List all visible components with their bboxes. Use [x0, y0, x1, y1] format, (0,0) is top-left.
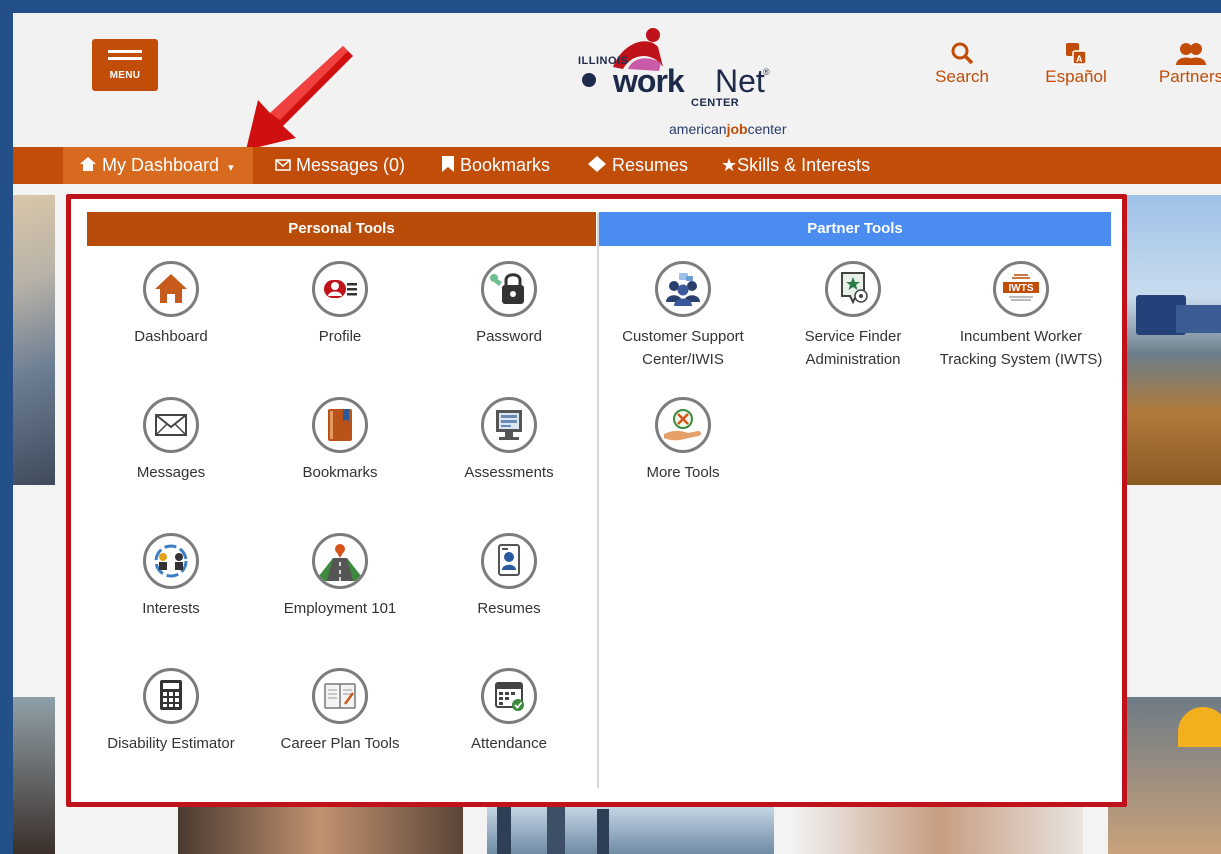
tool-label-line2: Center/IWIS: [642, 351, 724, 368]
tool-bookmarks[interactable]: Bookmarks: [255, 397, 425, 484]
nav-my-dashboard[interactable]: My Dashboard ▾: [63, 147, 253, 184]
calendar-check-icon: [481, 668, 537, 724]
house-icon: [143, 261, 199, 317]
tool-iwts[interactable]: IWTS Incumbent Worker Tracking System (I…: [927, 261, 1115, 371]
tool-attendance[interactable]: Attendance: [424, 668, 594, 755]
search-label: Search: [935, 67, 989, 86]
translate-icon: A: [1035, 41, 1117, 67]
nav-resumes[interactable]: Resumes: [587, 147, 688, 184]
computer-icon: [481, 397, 537, 453]
logo-work: work: [613, 63, 685, 99]
bookmark-icon: [441, 155, 460, 175]
envelope-icon: [275, 155, 296, 175]
nav-label: Skills & Interests: [737, 155, 871, 175]
map-star-icon: [825, 261, 881, 317]
tool-label-line1: More Tools: [646, 464, 720, 481]
page: MENU ILLINOIS work Net ® CENTER american…: [13, 13, 1221, 854]
tool-label: Interests: [142, 600, 200, 617]
menu-button[interactable]: MENU: [92, 39, 158, 91]
menu-label: MENU: [109, 70, 141, 81]
partners-label: Partners: [1158, 67, 1221, 86]
tool-label: Bookmarks: [302, 464, 378, 481]
tool-password[interactable]: Password: [424, 261, 594, 348]
red-pointer-arrow: [246, 46, 353, 150]
dashboard-dropdown: Personal Tools Partner Tools Dashboard P…: [66, 194, 1127, 807]
nav-label: Bookmarks: [460, 155, 551, 175]
tool-label: Profile: [318, 328, 362, 345]
american-job-center-logo: americanjobcenter: [669, 121, 787, 137]
chevron-down-icon: ▾: [228, 162, 234, 174]
logo-center: CENTER: [691, 97, 740, 109]
lock-key-icon: [481, 261, 537, 317]
espanol-link[interactable]: A Español: [1035, 41, 1117, 87]
tool-label: Password: [476, 328, 542, 345]
tool-service-finder-admin[interactable]: Service Finder Administration: [768, 261, 938, 371]
interests-icon: [143, 533, 199, 589]
tool-messages[interactable]: Messages: [86, 397, 256, 484]
tool-dashboard[interactable]: Dashboard: [86, 261, 256, 348]
illinois-worknet-logo[interactable]: ILLINOIS work Net ® CENTER americanjobce…: [573, 27, 833, 147]
partners-link[interactable]: Partners: [1151, 41, 1221, 87]
tool-assessments[interactable]: Assessments: [424, 397, 594, 484]
logo-dot: [582, 73, 596, 87]
tools-hand-icon: [655, 397, 711, 453]
tool-customer-support-center[interactable]: Customer Support Center/IWIS: [598, 261, 768, 371]
site-header: MENU ILLINOIS work Net ® CENTER american…: [13, 13, 1221, 150]
nav-label: Resumes: [612, 155, 689, 175]
tool-label: Resumes: [477, 600, 541, 617]
tool-more-tools[interactable]: More Tools: [598, 397, 768, 484]
nav-bookmarks[interactable]: Bookmarks: [441, 147, 550, 184]
nav-messages[interactable]: Messages (0): [275, 147, 405, 184]
nav-label: My Dashboard: [102, 155, 220, 175]
home-icon: [79, 155, 102, 175]
tool-label: Career Plan Tools: [280, 735, 400, 752]
tool-employment-101[interactable]: Employment 101: [255, 533, 425, 620]
notebook-icon: [312, 668, 368, 724]
resume-icon: [481, 533, 537, 589]
iwts-icon: IWTS: [993, 261, 1049, 317]
envelope-icon: [143, 397, 199, 453]
background-photo-left: [13, 195, 55, 485]
tool-profile[interactable]: Profile: [255, 261, 425, 348]
background-photo-bottom-left: [13, 697, 55, 854]
star-icon: ★: [721, 155, 738, 175]
calculator-icon: [143, 668, 199, 724]
logo-registered: ®: [763, 67, 770, 77]
nav-skills-interests[interactable]: ★Skills & Interests: [721, 147, 870, 184]
nav-label: Messages (0): [296, 155, 406, 175]
partner-tools-header: Partner Tools: [599, 212, 1111, 246]
background-photo-right: [1116, 195, 1221, 485]
iwts-badge: IWTS: [1009, 283, 1034, 294]
hamburger-icon: [108, 50, 142, 66]
tool-label-line1: Incumbent Worker: [959, 328, 1083, 345]
people-icon: [1151, 41, 1221, 67]
tool-label-line2: Tracking System (IWTS): [939, 351, 1103, 368]
tool-label: Messages: [136, 464, 206, 481]
tool-label: Employment 101: [283, 600, 397, 617]
support-group-icon: [655, 261, 711, 317]
svg-text:A: A: [1076, 54, 1083, 64]
dashboard-nav: My Dashboard ▾ Messages (0) Bookmarks Re…: [13, 147, 1221, 184]
tool-disability-estimator[interactable]: Disability Estimator: [86, 668, 256, 755]
tool-label-line1: Customer Support: [622, 328, 744, 345]
tool-career-plan-tools[interactable]: Career Plan Tools: [255, 668, 425, 755]
tool-label-line1: Service Finder: [804, 328, 902, 345]
profile-icon: [312, 261, 368, 317]
tool-interests[interactable]: Interests: [86, 533, 256, 620]
tool-label: Assessments: [464, 464, 554, 481]
search-link[interactable]: Search: [923, 41, 1001, 87]
logo-net: Net: [715, 63, 765, 99]
tool-label: Disability Estimator: [107, 735, 235, 752]
diamond-icon: [587, 155, 612, 175]
tool-resumes[interactable]: Resumes: [424, 533, 594, 620]
road-pin-icon: [312, 533, 368, 589]
espanol-label: Español: [1045, 67, 1107, 86]
book-icon: [312, 397, 368, 453]
tool-label: Dashboard: [134, 328, 208, 345]
tool-label: Attendance: [471, 735, 547, 752]
personal-tools-header: Personal Tools: [87, 212, 596, 246]
tool-label-line2: Administration: [805, 351, 901, 368]
search-icon: [923, 41, 1001, 67]
